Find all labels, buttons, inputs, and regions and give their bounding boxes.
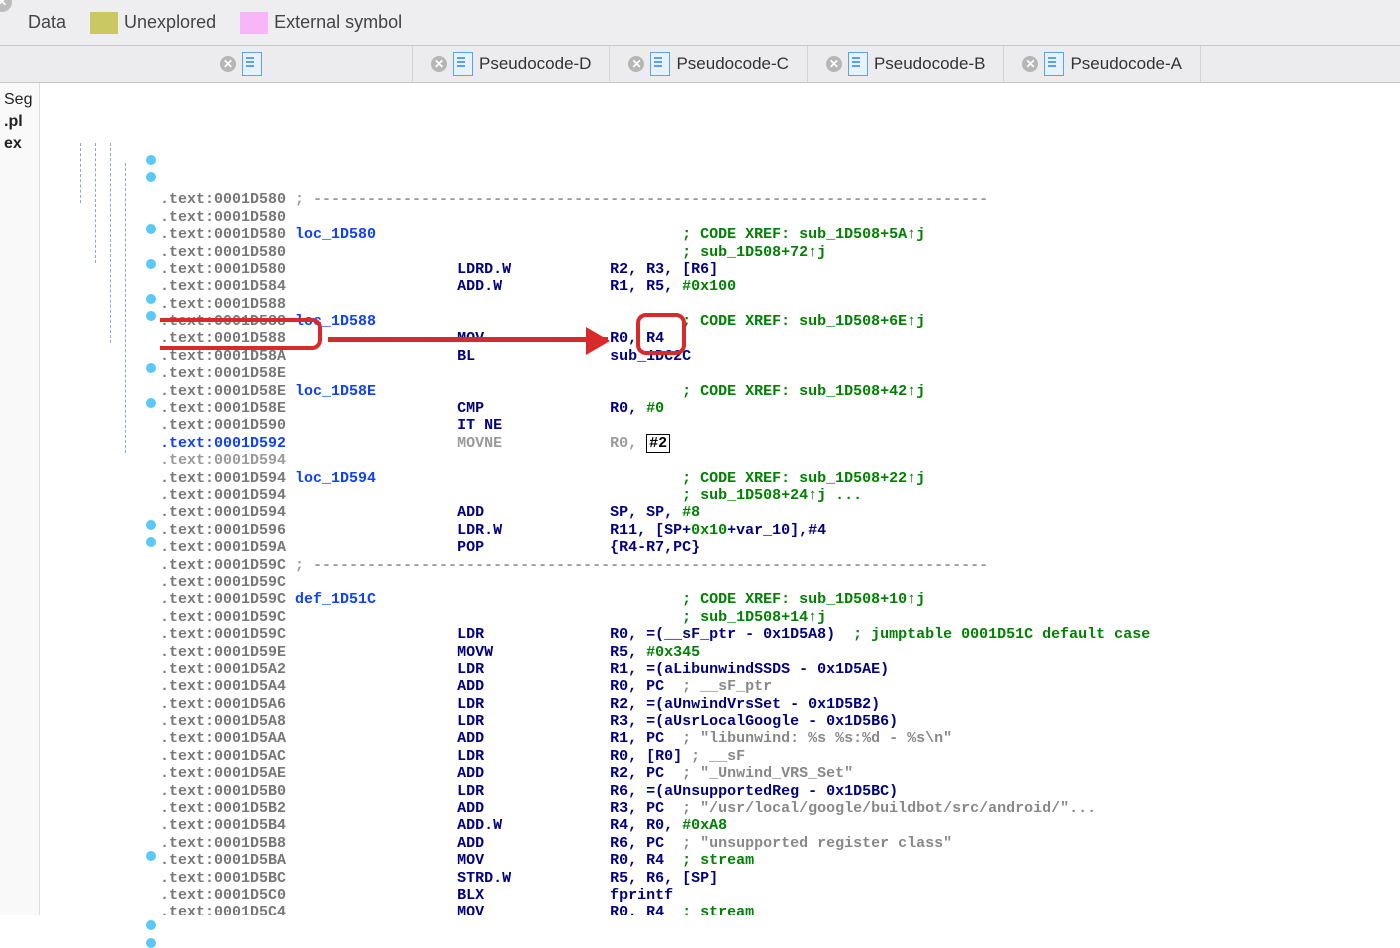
- legend-external-label: External symbol: [274, 12, 402, 33]
- xref-dot[interactable]: [146, 363, 156, 373]
- asm-line[interactable]: .text:0001D580 LDRD.W R2, R3, [R6]: [160, 261, 1400, 278]
- sidebar-item[interactable]: ex: [0, 133, 39, 155]
- xref-dot[interactable]: [146, 311, 156, 321]
- tab-label: Pseudocode-D: [479, 54, 591, 74]
- asm-line[interactable]: .text:0001D58A BL sub_1DC2C: [160, 348, 1400, 365]
- tab-pseudocode-a[interactable]: ✕ Pseudocode-A: [1004, 46, 1201, 82]
- asm-line[interactable]: .text:0001D59C def_1D51C ; CODE XREF: su…: [160, 591, 1400, 608]
- document-icon: [1044, 52, 1064, 76]
- xref-dot[interactable]: [146, 224, 156, 234]
- xref-dot[interactable]: [146, 920, 156, 930]
- xref-flow-line: [95, 143, 96, 263]
- asm-line[interactable]: .text:0001D594 loc_1D594 ; CODE XREF: su…: [160, 470, 1400, 487]
- asm-line[interactable]: .text:0001D5C4 MOV R0, R4 ; stream: [160, 904, 1400, 915]
- asm-line[interactable]: .text:0001D594: [160, 452, 1400, 469]
- asm-line[interactable]: .text:0001D588 loc_1D588 ; CODE XREF: su…: [160, 313, 1400, 330]
- asm-line[interactable]: .text:0001D5B2 ADD R3, PC ; "/usr/local/…: [160, 800, 1400, 817]
- sidebar-item[interactable]: Seg: [0, 89, 39, 111]
- xref-dot[interactable]: [146, 294, 156, 304]
- tab-label: Pseudocode-B: [874, 54, 986, 74]
- asm-line[interactable]: .text:0001D5BA MOV R0, R4 ; stream: [160, 852, 1400, 869]
- asm-line[interactable]: .text:0001D59C: [160, 574, 1400, 591]
- asm-line[interactable]: .text:0001D580: [160, 209, 1400, 226]
- document-icon: [453, 52, 473, 76]
- asm-line[interactable]: .text:0001D59C ; -----------------------…: [160, 557, 1400, 574]
- document-icon: [848, 52, 868, 76]
- xref-arrow-gutter: [40, 83, 160, 915]
- asm-line[interactable]: .text:0001D594 ; sub_1D508+24↑j ...: [160, 487, 1400, 504]
- tab-label: Pseudocode-A: [1070, 54, 1182, 74]
- legend-bar: ✕ Data Unexplored External symbol: [0, 0, 1400, 46]
- left-sidebar: Seg .pl ex: [0, 83, 40, 915]
- close-icon[interactable]: ✕: [431, 56, 447, 72]
- close-icon[interactable]: ✕: [0, 0, 12, 12]
- asm-line[interactable]: .text:0001D58E: [160, 365, 1400, 382]
- legend-unexplored-label: Unexplored: [124, 12, 216, 33]
- asm-line[interactable]: .text:0001D596 LDR.W R11, [SP+0x10+var_1…: [160, 522, 1400, 539]
- asm-line[interactable]: .text:0001D5A2 LDR R1, =(aLibunwindSSDS …: [160, 661, 1400, 678]
- sidebar-item[interactable]: .pl: [0, 111, 39, 133]
- tab-label: Pseudocode-C: [676, 54, 788, 74]
- asm-line[interactable]: .text:0001D590 IT NE: [160, 417, 1400, 434]
- disassembly-view[interactable]: .text:0001D580 ; -----------------------…: [160, 83, 1400, 915]
- annotation-arrow: [328, 337, 608, 342]
- asm-line[interactable]: .text:0001D588: [160, 296, 1400, 313]
- asm-line[interactable]: .text:0001D594 ADD SP, SP, #8: [160, 504, 1400, 521]
- asm-line[interactable]: .text:0001D5BC STRD.W R5, R6, [SP]: [160, 870, 1400, 887]
- tab-ida-view[interactable]: ✕: [0, 46, 413, 82]
- close-icon[interactable]: ✕: [826, 56, 842, 72]
- asm-line[interactable]: .text:0001D5B0 LDR R6, =(aUnsupportedReg…: [160, 783, 1400, 800]
- close-icon[interactable]: ✕: [220, 56, 236, 72]
- operand-edit-field[interactable]: #2: [646, 434, 670, 453]
- asm-line[interactable]: .text:0001D58E CMP R0, #0: [160, 400, 1400, 417]
- xref-flow-line: [80, 143, 81, 203]
- asm-line[interactable]: .text:0001D59C LDR R0, =(__sF_ptr - 0x1D…: [160, 626, 1400, 643]
- asm-line[interactable]: .text:0001D580 ; -----------------------…: [160, 191, 1400, 208]
- asm-line[interactable]: .text:0001D592 MOVNE R0, #2: [160, 435, 1400, 452]
- legend-swatch-unexplored: [90, 12, 118, 34]
- document-icon: [650, 52, 670, 76]
- asm-line[interactable]: .text:0001D58E loc_1D58E ; CODE XREF: su…: [160, 383, 1400, 400]
- asm-line[interactable]: .text:0001D5A6 LDR R2, =(aUnwindVrsSet -…: [160, 696, 1400, 713]
- xref-flow-line: [125, 163, 126, 453]
- asm-line[interactable]: .text:0001D5AA ADD R1, PC ; "libunwind: …: [160, 730, 1400, 747]
- legend-data-label: Data: [28, 12, 66, 33]
- tab-bar: ✕ ✕ Pseudocode-D ✕ Pseudocode-C ✕ Pseudo…: [0, 46, 1400, 83]
- legend-swatch-external: [240, 12, 268, 34]
- close-icon[interactable]: ✕: [1022, 56, 1038, 72]
- annotation-box-value: [636, 313, 686, 355]
- asm-line[interactable]: .text:0001D5B8 ADD R6, PC ; "unsupported…: [160, 835, 1400, 852]
- asm-line[interactable]: .text:0001D59E MOVW R5, #0x345: [160, 644, 1400, 661]
- tab-pseudocode-c[interactable]: ✕ Pseudocode-C: [610, 46, 807, 82]
- document-icon: [242, 52, 262, 76]
- asm-line[interactable]: .text:0001D5B4 ADD.W R4, R0, #0xA8: [160, 817, 1400, 834]
- asm-line[interactable]: .text:0001D584 ADD.W R1, R5, #0x100: [160, 278, 1400, 295]
- asm-line[interactable]: .text:0001D5AE ADD R2, PC ; "_Unwind_VRS…: [160, 765, 1400, 782]
- tab-pseudocode-d[interactable]: ✕ Pseudocode-D: [413, 46, 610, 82]
- main-area: Seg .pl ex .text:0001D580 ; ------------…: [0, 83, 1400, 915]
- xref-dot[interactable]: [146, 172, 156, 182]
- xref-dot[interactable]: [146, 398, 156, 408]
- asm-line[interactable]: .text:0001D5A4 ADD R0, PC ; __sF_ptr: [160, 678, 1400, 695]
- xref-dot[interactable]: [146, 938, 156, 948]
- asm-line[interactable]: .text:0001D59A POP {R4-R7,PC}: [160, 539, 1400, 556]
- tab-pseudocode-b[interactable]: ✕ Pseudocode-B: [808, 46, 1005, 82]
- asm-line[interactable]: .text:0001D5C0 BLX fprintf: [160, 887, 1400, 904]
- asm-line[interactable]: .text:0001D580 ; sub_1D508+72↑j: [160, 244, 1400, 261]
- asm-line[interactable]: .text:0001D59C ; sub_1D508+14↑j: [160, 609, 1400, 626]
- xref-dot[interactable]: [146, 155, 156, 165]
- asm-line[interactable]: .text:0001D5A8 LDR R3, =(aUsrLocalGoogle…: [160, 713, 1400, 730]
- xref-dot[interactable]: [146, 851, 156, 861]
- xref-dot[interactable]: [146, 259, 156, 269]
- asm-line[interactable]: .text:0001D5AC LDR R0, [R0] ; __sF: [160, 748, 1400, 765]
- asm-line[interactable]: .text:0001D580 loc_1D580 ; CODE XREF: su…: [160, 226, 1400, 243]
- annotation-box-address: [160, 318, 322, 350]
- xref-dot[interactable]: [146, 537, 156, 547]
- xref-flow-line: [110, 143, 111, 343]
- close-icon[interactable]: ✕: [628, 56, 644, 72]
- xref-dot[interactable]: [146, 520, 156, 530]
